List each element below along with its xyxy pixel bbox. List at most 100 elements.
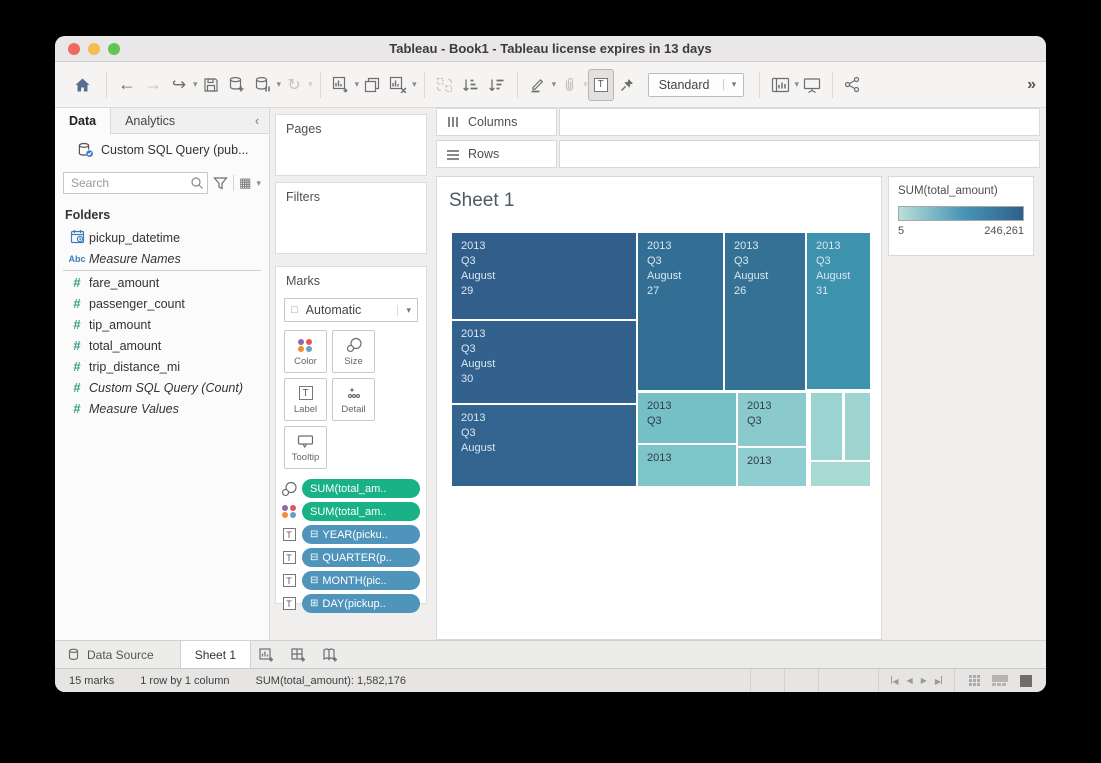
new-worksheet-button[interactable] — [328, 69, 354, 101]
expand-collapse-icon[interactable]: ⊟ — [310, 529, 318, 540]
swap-rows-and-columns-button[interactable] — [432, 69, 458, 101]
show-cards-icon[interactable] — [969, 675, 980, 686]
undo-button[interactable]: ← — [114, 69, 140, 101]
pill[interactable]: ⊟QUARTER(p.. — [302, 548, 420, 567]
pill[interactable]: ⊟YEAR(picku.. — [302, 525, 420, 544]
treemap-tile[interactable] — [811, 393, 842, 460]
home-button[interactable] — [69, 69, 95, 101]
field-measure-names[interactable]: AbcMeasure Names — [55, 248, 269, 269]
expand-collapse-icon[interactable]: ⊟ — [310, 552, 318, 563]
datasource-item[interactable]: Custom SQL Query (pub... — [55, 134, 269, 166]
search-input[interactable] — [63, 172, 208, 194]
toolbar-separator — [106, 72, 107, 98]
fit-selector-value: Standard — [649, 78, 724, 92]
tab-data[interactable]: Data — [55, 108, 111, 134]
previous-button[interactable]: ◀ — [907, 676, 913, 685]
new-worksheet-tab-button[interactable] — [251, 641, 283, 668]
fix-axes-button[interactable] — [614, 69, 640, 101]
field-pickup-datetime[interactable]: pickup_datetime — [55, 227, 269, 248]
field-custom-sql-query-count-[interactable]: #Custom SQL Query (Count) — [55, 377, 269, 398]
field-tip-amount[interactable]: #tip_amount — [55, 314, 269, 335]
rows-shelf-drop-area[interactable] — [559, 140, 1040, 168]
treemap-tile-2013-q3-august-31[interactable]: 2013Q3August31 — [807, 233, 870, 389]
sort-descending-button[interactable] — [484, 69, 510, 101]
pause-auto-updates-button[interactable] — [250, 69, 276, 101]
story-navigation: ◀ ◀ ▶ ▶ — [878, 669, 954, 692]
treemap-tile-2013[interactable]: 2013 — [738, 448, 806, 486]
normal-view-icon[interactable] — [1020, 675, 1032, 687]
field-total-amount[interactable]: #total_amount — [55, 335, 269, 356]
new-dashboard-tab-button[interactable] — [283, 641, 315, 668]
treemap-tile-2013-q3-august-26[interactable]: 2013Q3August26 — [725, 233, 805, 390]
filmstrip-view-icon[interactable] — [992, 675, 1008, 686]
field-measure-values[interactable]: #Measure Values — [55, 398, 269, 419]
size-mark-button[interactable]: Size — [332, 330, 375, 373]
view-options-icon[interactable]: ▦ — [239, 175, 251, 191]
marks-pills: SUM(total_am.. SUM(total_am.. T ⊟YEAR(picku… — [276, 471, 426, 613]
detail-mark-button[interactable]: Detail — [332, 378, 375, 421]
clear-sheet-button[interactable] — [385, 69, 411, 101]
replay-caret-icon[interactable]: ▾ — [193, 79, 198, 90]
columns-shelf-drop-area[interactable] — [559, 108, 1040, 136]
color-legend-card[interactable]: SUM(total_amount) 5 246,261 — [888, 176, 1034, 256]
tableau-window: Tableau - Book1 - Tableau license expire… — [55, 36, 1046, 692]
save-button[interactable] — [198, 69, 224, 101]
expand-collapse-icon[interactable]: ⊞ — [310, 598, 318, 609]
pages-shelf[interactable]: Pages — [275, 114, 427, 176]
treemap-tile-2013[interactable]: 2013 — [638, 445, 736, 486]
treemap-tile-2013-q3-august-27[interactable]: 2013Q3August27 — [638, 233, 723, 390]
fit-selector-select[interactable]: Standard▾ — [648, 73, 745, 97]
redo-button[interactable]: → — [140, 69, 166, 101]
group-members-button[interactable] — [556, 69, 582, 101]
filters-shelf[interactable]: Filters — [275, 182, 427, 254]
pill[interactable]: SUM(total_am.. — [302, 502, 420, 521]
mark-type-select[interactable]: □ Automatic ▾ — [284, 298, 418, 322]
duplicate-button[interactable] — [359, 69, 385, 101]
share-button[interactable] — [840, 69, 866, 101]
color-mark-button[interactable]: Color — [284, 330, 327, 373]
tile-label-line: August — [461, 269, 632, 284]
label-mark-button[interactable]: TLabel — [284, 378, 327, 421]
pill[interactable]: ⊞DAY(pickup.. — [302, 594, 420, 613]
close-window-button[interactable] — [68, 43, 80, 55]
sheet1-tab[interactable]: Sheet 1 — [180, 641, 251, 668]
zoom-window-button[interactable] — [108, 43, 120, 55]
expand-collapse-icon[interactable]: ⊟ — [310, 575, 318, 586]
pill[interactable]: SUM(total_am.. — [302, 479, 420, 498]
treemap-tile-2013-q3[interactable]: 2013Q3 — [738, 393, 806, 446]
treemap-tile-2013-q3-august-30[interactable]: 2013Q3August30 — [452, 321, 636, 403]
filter-fields-icon[interactable] — [213, 176, 228, 190]
tab-analytics[interactable]: Analytics — [111, 108, 189, 133]
treemap-tile[interactable] — [811, 462, 870, 486]
treemap-tile-2013-q3-august[interactable]: 2013Q3August — [452, 405, 636, 486]
more-toolbar-options-button[interactable]: » — [1027, 76, 1036, 94]
highlight-button[interactable] — [525, 69, 551, 101]
field-trip-distance-mi[interactable]: #trip_distance_mi — [55, 356, 269, 377]
show-me-button[interactable] — [767, 69, 793, 101]
tooltip-mark-button[interactable]: Tooltip — [284, 426, 327, 469]
show-mark-labels-button[interactable]: T — [588, 69, 614, 101]
presentation-mode-button[interactable] — [799, 69, 825, 101]
field-fare-amount[interactable]: #fare_amount — [55, 272, 269, 293]
text-shelf-icon: T — [280, 597, 298, 610]
treemap-tile-2013-q3-august-29[interactable]: 2013Q3August29 — [452, 233, 636, 319]
minimize-window-button[interactable] — [88, 43, 100, 55]
view-options-caret-icon[interactable]: ▾ — [256, 178, 261, 189]
pill[interactable]: ⊟MONTH(pic.. — [302, 571, 420, 590]
run-update-caret-icon[interactable]: ▾ — [308, 79, 313, 90]
clear-sheet-caret-icon[interactable]: ▾ — [412, 79, 417, 90]
next-button[interactable]: ▶ — [921, 676, 927, 685]
replay-button[interactable]: ↪ — [166, 69, 192, 101]
treemap-tile[interactable] — [845, 393, 870, 460]
run-update-button[interactable]: ↻ — [281, 69, 307, 101]
collapse-pane-icon[interactable]: ‹ — [245, 108, 269, 133]
treemap-tile-2013-q3[interactable]: 2013Q3 — [638, 393, 736, 443]
new-data-source-button[interactable] — [224, 69, 250, 101]
mark-type-value: Automatic — [306, 303, 362, 317]
new-story-tab-button[interactable] — [315, 641, 347, 668]
data-source-tab[interactable]: Data Source — [55, 641, 180, 668]
last-button[interactable]: ▶ — [935, 676, 942, 686]
first-button[interactable]: ◀ — [891, 676, 898, 686]
field-passenger-count[interactable]: #passenger_count — [55, 293, 269, 314]
sort-ascending-button[interactable] — [458, 69, 484, 101]
